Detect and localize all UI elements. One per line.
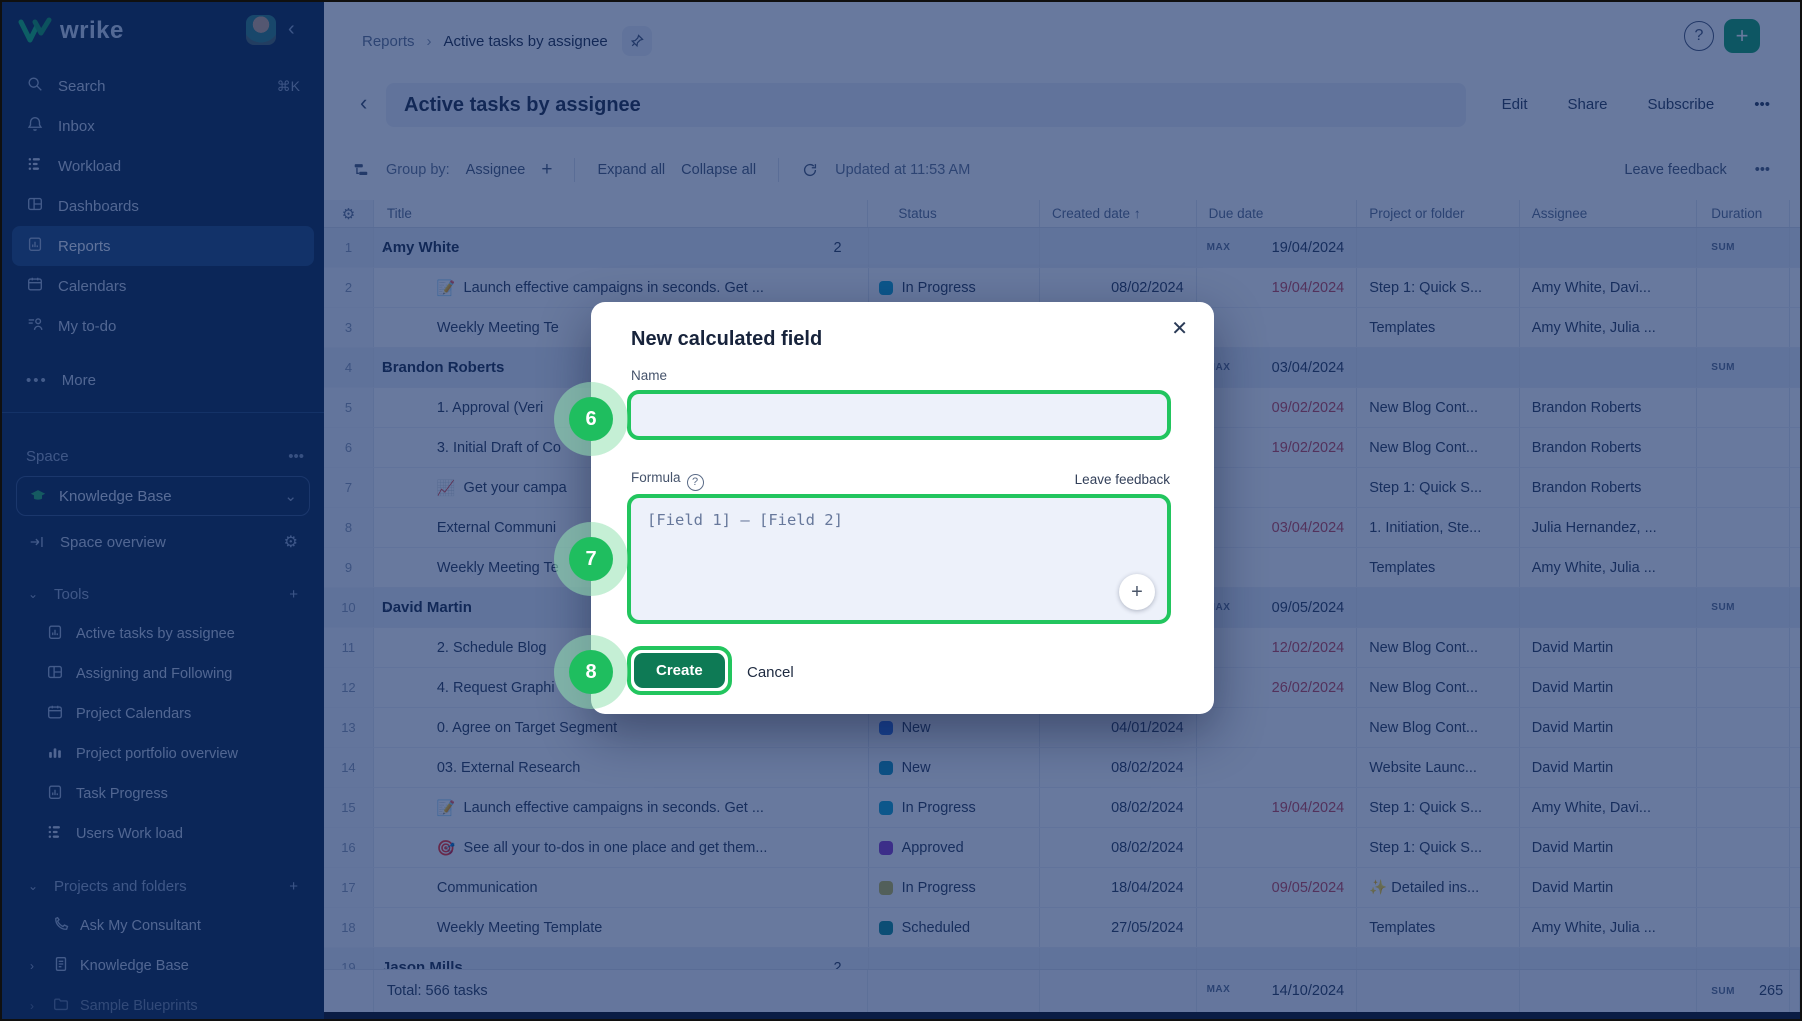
formula-label-text: Formula <box>631 470 681 485</box>
cancel-button[interactable]: Cancel <box>747 664 794 681</box>
name-label: Name <box>631 368 667 383</box>
insert-field-icon[interactable]: + <box>1119 574 1155 610</box>
create-button-highlight: Create <box>627 646 732 695</box>
annotation-step-6: 6 <box>554 382 628 456</box>
formula-help-icon[interactable]: ? <box>687 474 704 491</box>
formula-label: Formula? <box>631 470 704 491</box>
annotation-step-7: 7 <box>554 522 628 596</box>
modal-leave-feedback-link[interactable]: Leave feedback <box>1075 472 1170 487</box>
close-icon[interactable]: ✕ <box>1171 316 1188 341</box>
formula-input[interactable]: [Field 1] – [Field 2] + <box>627 494 1171 624</box>
new-calculated-field-dialog: ✕ New calculated field Name Formula? Lea… <box>591 302 1214 714</box>
formula-value: [Field 1] – [Field 2] <box>647 511 843 529</box>
annotation-step-8: 8 <box>554 635 628 709</box>
create-button[interactable]: Create <box>634 653 725 688</box>
name-input[interactable] <box>627 390 1171 440</box>
app-window: wrike ‹ Search⌘KInboxWorkloadDashboardsR… <box>0 0 1802 1021</box>
dialog-title: New calculated field <box>631 328 822 351</box>
